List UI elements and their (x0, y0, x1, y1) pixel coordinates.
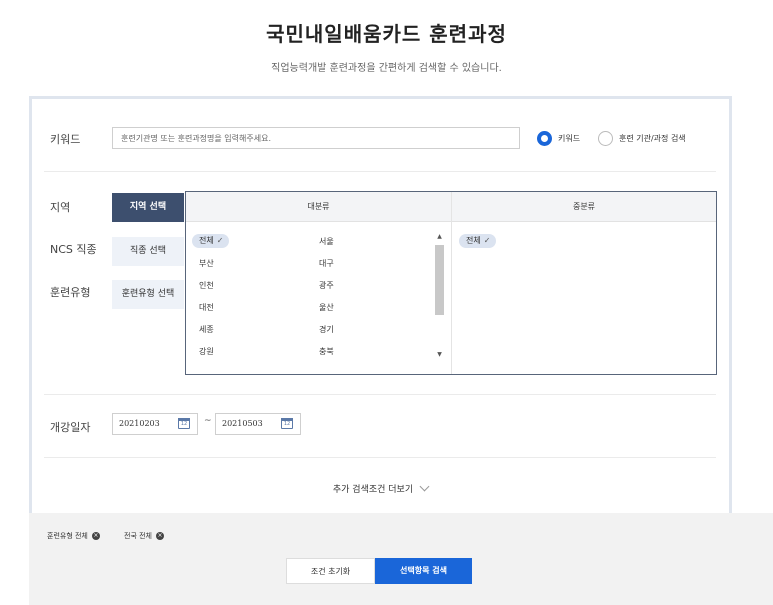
reset-conditions-button[interactable]: 조건 초기화 (286, 558, 375, 584)
ncs-select-tab[interactable]: 직종 선택 (112, 237, 184, 266)
training-type-select-tab[interactable]: 훈련유형 선택 (112, 280, 184, 309)
major-category-header: 대분류 (307, 202, 330, 211)
region-select-tab[interactable]: 지역 선택 (112, 193, 184, 222)
region-item-incheon[interactable]: 인천 (199, 280, 214, 291)
divider (44, 457, 716, 458)
region-item-daejeon[interactable]: 대전 (199, 302, 214, 313)
radio-circle (537, 131, 552, 146)
region-item-busan[interactable]: 부산 (199, 258, 214, 269)
radio-keyword[interactable]: 키워드 (537, 131, 580, 146)
more-conditions-toggle[interactable]: 추가 검색조건 더보기 (32, 481, 729, 495)
check-icon: ✓ (216, 236, 224, 245)
calendar-icon[interactable]: 12 (178, 418, 190, 429)
remove-tag-icon[interactable]: × (91, 532, 100, 540)
minor-chip-label: 전체 (466, 236, 481, 245)
search-selected-button[interactable]: 선택항목 검색 (375, 558, 472, 584)
page-title: 국민내일배움카드 훈련과정 (266, 22, 507, 46)
region-item-gyeonggi[interactable]: 경기 (319, 324, 334, 335)
selected-tag-label: 훈련유형 전체 (47, 532, 88, 540)
region-row-label: 지역 (50, 201, 71, 214)
end-date-field[interactable]: 20210503 12 (215, 413, 301, 435)
minor-category-header: 중분류 (572, 202, 596, 211)
start-date-field[interactable]: 20210203 12 (112, 413, 198, 435)
region-item-ulsan[interactable]: 울산 (319, 302, 334, 313)
divider (44, 171, 716, 172)
selected-tag-region: 전국 전체 × (124, 531, 164, 541)
scroll-up-icon[interactable]: ▲ (435, 233, 444, 241)
divider (44, 394, 716, 395)
radio-institution-course-label: 훈련 기관/과정 검색 (619, 134, 686, 143)
radio-keyword-label: 키워드 (558, 134, 581, 143)
scroll-thumb[interactable] (435, 245, 444, 315)
region-item-seoul[interactable]: 서울 (319, 236, 334, 247)
keyword-input[interactable] (112, 127, 520, 149)
region-item-gangwon[interactable]: 강원 (199, 346, 214, 357)
calendar-icon[interactable]: 12 (281, 418, 293, 429)
keyword-label: 키워드 (50, 133, 81, 146)
region-item-gwangju[interactable]: 광주 (319, 280, 334, 291)
start-date-value: 20210203 (119, 419, 160, 428)
more-conditions-label: 추가 검색조건 더보기 (332, 485, 414, 495)
ncs-row-label: NCS 직종 (50, 243, 97, 256)
radio-institution-course[interactable]: 훈련 기관/과정 검색 (598, 131, 686, 146)
radio-circle (598, 131, 613, 146)
scroll-down-icon[interactable]: ▼ (435, 351, 444, 359)
chevron-down-icon (419, 481, 430, 492)
region-item-daegu[interactable]: 대구 (319, 258, 334, 269)
selected-tag-label: 전국 전체 (124, 532, 152, 540)
region-picker: 대분류 중분류 전체 ✓ 부산 인천 대전 세종 강원 서울 대구 광주 울산 경… (185, 191, 717, 375)
remove-tag-icon[interactable]: × (156, 532, 164, 540)
date-separator: ~ (204, 416, 212, 426)
training-type-row-label: 훈련유형 (50, 286, 91, 299)
minor-chip-all[interactable]: 전체 ✓ (459, 234, 497, 248)
region-chip-all[interactable]: 전체 ✓ (192, 234, 230, 248)
start-date-label: 개강일자 (50, 421, 91, 434)
column-separator (451, 192, 452, 374)
page-subtitle: 직업능력개발 훈련과정을 간편하게 검색할 수 있습니다. (271, 63, 502, 74)
region-item-sejong[interactable]: 세종 (199, 324, 214, 335)
region-item-chungbuk[interactable]: 충북 (319, 346, 334, 357)
selected-conditions-bar: 훈련유형 전체 × 전국 전체 × 조건 초기화 선택항목 검색 (29, 513, 773, 605)
end-date-value: 20210503 (222, 419, 263, 428)
selected-tag-training-type: 훈련유형 전체 × (47, 531, 100, 541)
search-panel: 키워드 키워드 훈련 기관/과정 검색 지역 지역 선택 NCS 직종 직종 선… (29, 96, 732, 516)
check-icon: ✓ (483, 236, 491, 245)
region-chip-label: 전체 (199, 236, 214, 245)
region-list-scrollbar[interactable]: ▲ ▼ (435, 233, 444, 361)
